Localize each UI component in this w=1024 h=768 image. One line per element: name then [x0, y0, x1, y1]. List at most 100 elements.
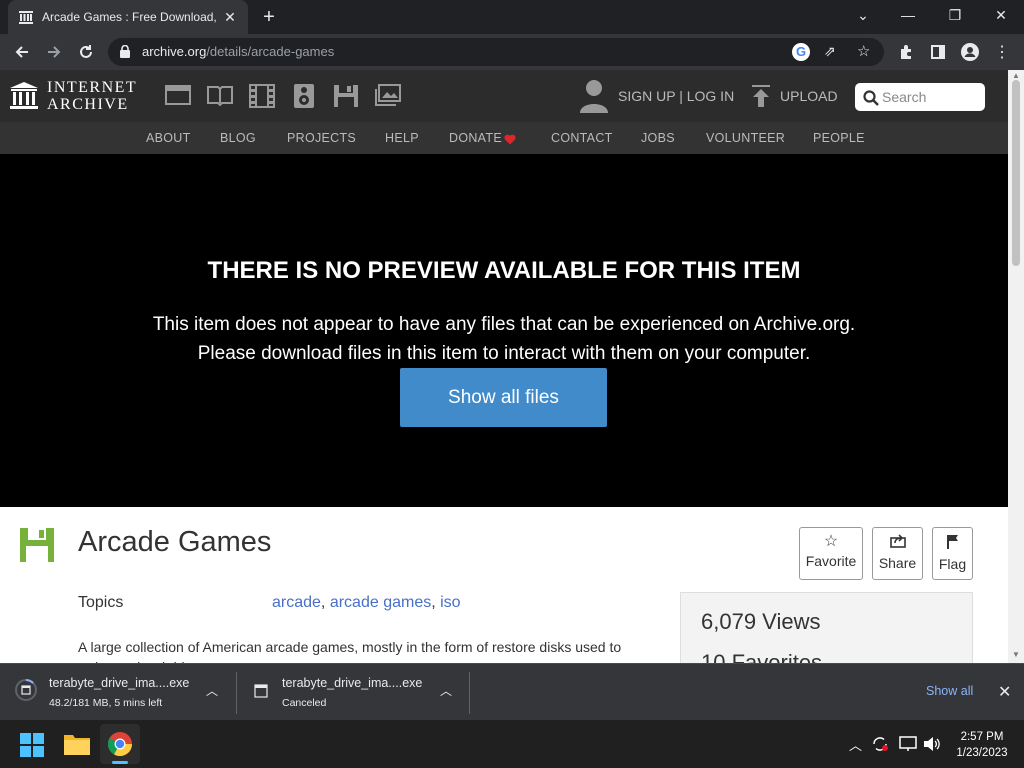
- signup-login-link[interactable]: SIGN UP | LOG IN: [618, 88, 734, 104]
- ia-logo-text[interactable]: INTERNET ARCHIVE: [47, 79, 137, 113]
- audio-icon[interactable]: [291, 84, 317, 108]
- upload-icon[interactable]: [752, 85, 770, 112]
- back-icon[interactable]: [12, 42, 32, 62]
- topic-link[interactable]: arcade games: [330, 594, 431, 611]
- texts-icon[interactable]: [207, 84, 233, 108]
- nav-help[interactable]: HELP: [385, 131, 419, 145]
- nav-donate[interactable]: DONATE: [449, 131, 502, 145]
- nav-volunteer[interactable]: VOLUNTEER: [706, 131, 785, 145]
- views-count: 6,079 Views: [701, 609, 821, 634]
- browser-tab[interactable]: Arcade Games : Free Download, B ✕: [8, 0, 248, 34]
- nav-contact[interactable]: CONTACT: [551, 131, 613, 145]
- clock-time: 2:57 PM: [960, 731, 1004, 743]
- download-item[interactable]: terabyte_drive_ima....exe 48.2/181 MB, 5…: [0, 664, 236, 720]
- tab-close-icon[interactable]: ✕: [222, 9, 238, 26]
- close-download-bar-icon[interactable]: ✕: [998, 682, 1011, 702]
- nav-about[interactable]: ABOUT: [146, 131, 191, 145]
- windows-taskbar: ︿ 2:57 PM 1/23/2023: [0, 720, 1024, 768]
- ia-logo-icon[interactable]: [10, 82, 38, 115]
- scroll-down-icon[interactable]: ▼: [1012, 650, 1020, 659]
- preview-area: THERE IS NO PREVIEW AVAILABLE FOR THIS I…: [0, 154, 1008, 507]
- preview-message-line-2: Please download files in this item to in…: [197, 343, 811, 364]
- chrome-taskbar-button[interactable]: [100, 724, 140, 764]
- download-progress-icon: [14, 678, 38, 707]
- scroll-up-icon[interactable]: ▲: [1012, 71, 1020, 80]
- download-bar: terabyte_drive_ima....exe 48.2/181 MB, 5…: [0, 663, 1024, 720]
- tab-search-chevron-icon[interactable]: ⌄: [847, 4, 879, 26]
- images-icon[interactable]: [375, 84, 401, 108]
- reload-icon[interactable]: [76, 42, 96, 62]
- preview-title: THERE IS NO PREVIEW AVAILABLE FOR THIS I…: [207, 257, 801, 284]
- software-item-icon: [20, 528, 54, 567]
- share-label: Share: [878, 555, 917, 571]
- minimize-icon[interactable]: —: [892, 4, 924, 26]
- heart-icon: [504, 132, 516, 150]
- web-icon[interactable]: [165, 84, 191, 108]
- sync-icon[interactable]: [871, 736, 889, 757]
- profile-icon[interactable]: [960, 42, 980, 62]
- download-item[interactable]: terabyte_drive_ima....exe Canceled ︿: [237, 664, 469, 720]
- archive-favicon-icon: [18, 9, 34, 25]
- volume-icon[interactable]: [923, 736, 941, 757]
- item-title: Arcade Games: [78, 526, 272, 558]
- topic-link[interactable]: arcade: [272, 594, 321, 611]
- clock-date: 1/23/2023: [956, 747, 1008, 759]
- software-icon[interactable]: [333, 84, 359, 108]
- chrome-menu-icon[interactable]: ⋮: [992, 42, 1012, 62]
- topic-link[interactable]: iso: [440, 594, 460, 611]
- bookmark-star-icon[interactable]: ☆: [857, 42, 870, 60]
- search-input[interactable]: Search: [855, 83, 985, 111]
- browser-tabstrip: Arcade Games : Free Download, B ✕ + ⌄ — …: [0, 0, 1024, 34]
- favorite-button[interactable]: ☆ Favorite: [799, 527, 863, 580]
- chrome-icon: [107, 732, 132, 761]
- nav-blog[interactable]: BLOG: [220, 131, 256, 145]
- network-icon[interactable]: [899, 736, 917, 757]
- restore-icon[interactable]: ❐: [939, 4, 971, 26]
- flag-button[interactable]: Flag: [932, 527, 973, 580]
- logo-line-1: INTERNET: [47, 79, 138, 96]
- share-page-icon[interactable]: ⇗: [824, 43, 836, 60]
- new-tab-icon[interactable]: +: [258, 6, 280, 28]
- download-filename: terabyte_drive_ima....exe: [282, 676, 423, 690]
- preview-message-line-1: This item does not appear to have any fi…: [152, 314, 856, 335]
- taskbar-clock[interactable]: 2:57 PM 1/23/2023: [944, 729, 1020, 761]
- exe-file-icon: [254, 684, 268, 703]
- flag-label: Flag: [938, 556, 967, 572]
- flag-icon: [933, 534, 972, 553]
- page-scrollbar[interactable]: ▲ ▼: [1008, 70, 1024, 663]
- nav-jobs[interactable]: JOBS: [641, 131, 675, 145]
- share-button[interactable]: Share: [872, 527, 923, 580]
- show-all-files-button[interactable]: Show all files: [400, 368, 607, 427]
- forward-icon[interactable]: [44, 42, 64, 62]
- url-path: /details/arcade-games: [206, 44, 335, 59]
- topics-list: arcade, arcade games, iso: [272, 594, 461, 612]
- ia-topbar: INTERNET ARCHIVE SIGN UP | LOG IN UPLOAD: [0, 70, 1008, 122]
- logo-line-2: ARCHIVE: [47, 96, 129, 113]
- extensions-icon[interactable]: [896, 42, 916, 62]
- chevron-up-icon[interactable]: ︿: [206, 682, 218, 699]
- nav-people[interactable]: PEOPLE: [813, 131, 865, 145]
- address-bar[interactable]: archive.org/details/arcade-games G ⇗ ☆: [108, 38, 884, 66]
- window-close-icon[interactable]: ✕: [985, 4, 1017, 26]
- google-lens-icon[interactable]: G: [792, 43, 810, 61]
- video-icon[interactable]: [249, 84, 275, 108]
- topic-separator: ,: [431, 594, 436, 611]
- ia-nav-bar: ABOUT BLOG PROJECTS HELP DONATE CONTACT …: [0, 122, 1008, 154]
- scrollbar-thumb[interactable]: [1012, 80, 1020, 266]
- browser-toolbar: archive.org/details/arcade-games G ⇗ ☆ ⋮: [0, 34, 1024, 70]
- lock-icon[interactable]: [120, 44, 132, 59]
- chevron-up-icon[interactable]: ︿: [440, 682, 452, 699]
- item-stats-panel: 6,079 Views 10 Favorites: [680, 592, 973, 663]
- show-all-downloads-link[interactable]: Show all: [926, 684, 973, 698]
- url-text[interactable]: archive.org/details/arcade-games: [142, 44, 334, 59]
- nav-projects[interactable]: PROJECTS: [287, 131, 356, 145]
- tab-title: Arcade Games : Free Download, B: [42, 10, 216, 24]
- windows-start-icon[interactable]: [20, 733, 44, 762]
- user-avatar-icon[interactable]: [580, 79, 608, 118]
- topics-label: Topics: [78, 594, 124, 611]
- file-explorer-icon[interactable]: [64, 732, 90, 761]
- side-panel-icon[interactable]: [928, 42, 948, 62]
- tray-overflow-chevron-icon[interactable]: ︿: [849, 735, 862, 754]
- upload-link[interactable]: UPLOAD: [780, 88, 838, 104]
- download-status: Canceled: [282, 697, 327, 709]
